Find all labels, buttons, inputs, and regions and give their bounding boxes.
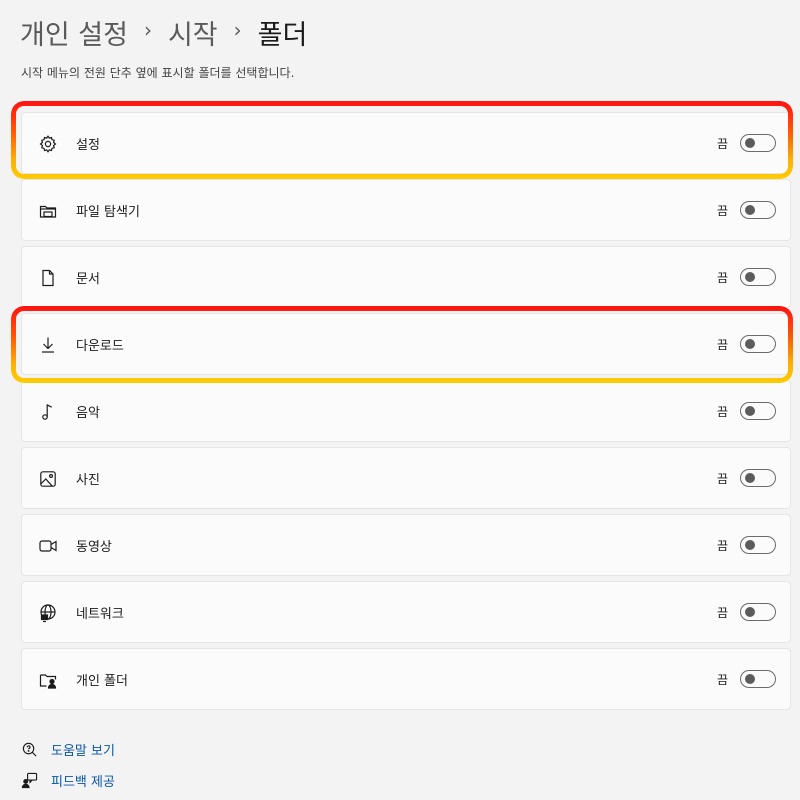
feedback-link[interactable]: 피드백 제공 <box>20 769 115 791</box>
download-icon <box>37 334 59 356</box>
toggle-knob <box>745 406 755 416</box>
folder-label: 문서 <box>76 272 100 287</box>
video-icon <box>37 535 59 557</box>
toggle-knob <box>745 205 755 215</box>
help-icon <box>20 740 38 758</box>
feedback-link-label: 피드백 제공 <box>51 774 115 790</box>
personal-folder-icon <box>37 669 59 691</box>
toggle-knob <box>745 540 755 550</box>
toggle-knob <box>745 607 755 617</box>
network-toggle[interactable] <box>740 603 776 621</box>
documents-toggle[interactable] <box>740 268 776 286</box>
folder-label: 설정 <box>76 138 100 153</box>
breadcrumb: 개인 설정 › 시작 › 폴더 <box>20 12 307 52</box>
folder-row-file-explorer: 파일 탐색기 끔 <box>21 179 791 241</box>
toggle-state-text: 끔 <box>716 271 728 285</box>
folder-list: 설정 끔 파일 탐색기 끔 문서 끔 다운로드 끔 음악 끔 사진 끔 동영상 … <box>21 112 791 715</box>
toggle-knob <box>745 138 755 148</box>
toggle-knob <box>745 473 755 483</box>
folder-label: 다운로드 <box>76 339 124 354</box>
file-explorer-icon <box>37 200 59 222</box>
network-icon <box>37 602 59 624</box>
toggle-knob <box>745 272 755 282</box>
folder-row-network: 네트워크 끔 <box>21 581 791 643</box>
document-icon <box>37 267 59 289</box>
help-link-label: 도움말 보기 <box>51 743 115 759</box>
toggle-state-text: 끔 <box>716 606 728 620</box>
settings-page: 개인 설정 › 시작 › 폴더 시작 메뉴의 전원 단추 옆에 표시할 폴더를 … <box>0 0 800 800</box>
downloads-toggle[interactable] <box>740 335 776 353</box>
help-link[interactable]: 도움말 보기 <box>20 738 115 760</box>
folder-label: 파일 탐색기 <box>76 205 140 220</box>
folder-row-downloads: 다운로드 끔 <box>21 313 791 375</box>
file-explorer-toggle[interactable] <box>740 201 776 219</box>
folder-row-music: 음악 끔 <box>21 380 791 442</box>
breadcrumb-separator-2: › <box>233 18 242 42</box>
folder-label: 사진 <box>76 473 100 488</box>
personal-folder-toggle[interactable] <box>740 670 776 688</box>
folder-label: 개인 폴더 <box>76 674 128 689</box>
settings-toggle[interactable] <box>740 134 776 152</box>
folder-row-pictures: 사진 끔 <box>21 447 791 509</box>
folder-row-videos: 동영상 끔 <box>21 514 791 576</box>
videos-toggle[interactable] <box>740 536 776 554</box>
folder-row-settings: 설정 끔 <box>21 112 791 174</box>
breadcrumb-start[interactable]: 시작 <box>168 13 218 52</box>
feedback-icon <box>20 771 38 789</box>
footer-links: 도움말 보기 피드백 제공 <box>20 738 115 800</box>
toggle-knob <box>745 674 755 684</box>
breadcrumb-separator-1: › <box>143 18 152 42</box>
folder-label: 음악 <box>76 406 100 421</box>
page-description: 시작 메뉴의 전원 단추 옆에 표시할 폴더를 선택합니다. <box>21 66 295 80</box>
folder-label: 동영상 <box>76 540 112 555</box>
toggle-state-text: 끔 <box>716 338 728 352</box>
pictures-toggle[interactable] <box>740 469 776 487</box>
folder-label: 네트워크 <box>76 607 124 622</box>
toggle-state-text: 끔 <box>716 405 728 419</box>
music-icon <box>37 401 59 423</box>
folder-row-documents: 문서 끔 <box>21 246 791 308</box>
toggle-state-text: 끔 <box>716 673 728 687</box>
toggle-state-text: 끔 <box>716 204 728 218</box>
toggle-state-text: 끔 <box>716 472 728 486</box>
music-toggle[interactable] <box>740 402 776 420</box>
toggle-knob <box>745 339 755 349</box>
gear-icon <box>37 133 59 155</box>
picture-icon <box>37 468 59 490</box>
page-title: 폴더 <box>257 19 308 51</box>
toggle-state-text: 끔 <box>716 539 728 553</box>
breadcrumb-personalization[interactable]: 개인 설정 <box>20 13 128 52</box>
folder-row-personal-folder: 개인 폴더 끔 <box>21 648 791 710</box>
toggle-state-text: 끔 <box>716 137 728 151</box>
